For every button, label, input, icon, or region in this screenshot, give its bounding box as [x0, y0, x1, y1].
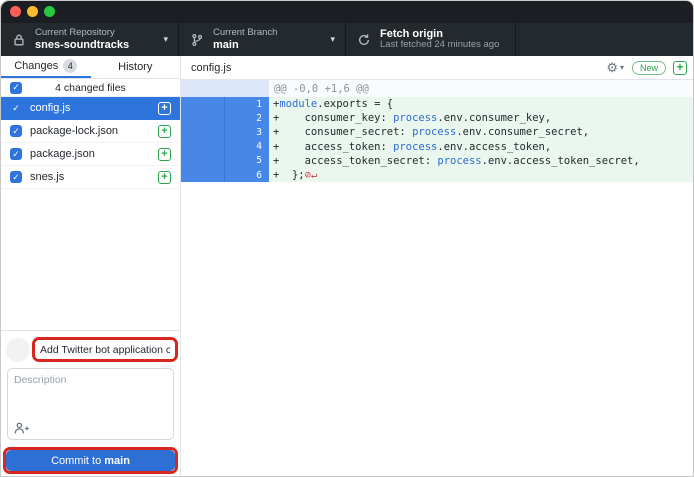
- old-line-gutter[interactable]: [181, 168, 224, 182]
- code-added-line: + consumer_key: process.env.consumer_key…: [269, 111, 694, 125]
- close-window-button[interactable]: [10, 6, 21, 17]
- select-all-checkbox[interactable]: ✓: [10, 82, 22, 94]
- file-name: package-lock.json: [30, 125, 150, 137]
- github-desktop-window: Current Repository snes-soundtracks ▾ Cu…: [0, 0, 694, 477]
- tab-changes[interactable]: Changes 4: [1, 56, 91, 78]
- code-added-line: + consumer_secret: process.env.consumer_…: [269, 125, 694, 139]
- line-number[interactable]: 6: [224, 168, 269, 182]
- file-row-config-js[interactable]: ✓ config.js +: [1, 97, 180, 120]
- fetch-origin-button[interactable]: Fetch origin Last fetched 24 minutes ago: [346, 23, 516, 56]
- diff-header: config.js ⚙ ▾ New +: [181, 56, 694, 80]
- changes-count-badge: 4: [63, 59, 77, 73]
- hunk-header-row: @@ -0,0 +1,6 @@: [181, 80, 694, 97]
- add-coauthor-icon[interactable]: [14, 421, 30, 435]
- hunk-gutter: [181, 80, 269, 97]
- zoom-window-button[interactable]: [44, 6, 55, 17]
- tab-history[interactable]: History: [91, 56, 181, 78]
- diff-line[interactable]: 6 + };⊘↵: [181, 168, 694, 182]
- gear-icon[interactable]: ⚙: [606, 61, 618, 74]
- line-number[interactable]: 2: [224, 111, 269, 125]
- changed-files-count: 4 changed files: [55, 82, 126, 94]
- diff-line[interactable]: 3 + consumer_secret: process.env.consume…: [181, 125, 694, 139]
- old-line-gutter[interactable]: [181, 111, 224, 125]
- avatar: [6, 338, 30, 362]
- file-checkbox[interactable]: ✓: [10, 171, 22, 183]
- current-branch-dropdown[interactable]: Current Branch main ▾: [179, 23, 346, 56]
- current-repository-dropdown[interactable]: Current Repository snes-soundtracks ▾: [1, 23, 179, 56]
- toolbar: Current Repository snes-soundtracks ▾ Cu…: [1, 23, 694, 56]
- branch-name: main: [213, 39, 277, 52]
- code-added-line: +module.exports = {: [269, 97, 694, 111]
- commit-description-box: [7, 368, 174, 440]
- tab-history-label: History: [118, 61, 152, 73]
- commit-form: Commit to main: [1, 330, 180, 477]
- code-added-line: + access_token_secret: process.env.acces…: [269, 154, 694, 168]
- hunk-header-text: @@ -0,0 +1,6 @@: [269, 80, 694, 97]
- diff-line[interactable]: 4 + access_token: process.env.access_tok…: [181, 140, 694, 154]
- diff-panel: config.js ⚙ ▾ New + @@ -0,0 +1,6 @@ 1 +m…: [181, 56, 694, 477]
- line-number[interactable]: 5: [224, 154, 269, 168]
- tab-changes-label: Changes: [14, 60, 58, 72]
- line-number[interactable]: 3: [224, 125, 269, 139]
- annotation-highlight-commit-button: Commit to main: [3, 447, 178, 474]
- file-row-snes-js[interactable]: ✓ snes.js +: [1, 166, 180, 189]
- diff-line[interactable]: 1 +module.exports = {: [181, 97, 694, 111]
- minimize-window-button[interactable]: [27, 6, 38, 17]
- sync-icon: [356, 32, 372, 48]
- commit-to-main-button[interactable]: Commit to main: [6, 450, 175, 471]
- file-checkbox[interactable]: ✓: [10, 148, 22, 160]
- file-row-package-lock-json[interactable]: ✓ package-lock.json +: [1, 120, 180, 143]
- sidebar-tabs: Changes 4 History: [1, 56, 180, 79]
- diff-line[interactable]: 5 + access_token_secret: process.env.acc…: [181, 154, 694, 168]
- line-number[interactable]: 4: [224, 140, 269, 154]
- added-file-icon: +: [158, 125, 171, 138]
- added-file-icon: +: [158, 148, 171, 161]
- repository-label: Current Repository: [35, 28, 129, 39]
- old-line-gutter[interactable]: [181, 97, 224, 111]
- code-added-line: + };⊘↵: [269, 168, 694, 182]
- branch-label: Current Branch: [213, 28, 277, 39]
- commit-summary-input[interactable]: [35, 341, 175, 359]
- git-branch-icon: [189, 32, 205, 48]
- code-added-line: + access_token: process.env.access_token…: [269, 140, 694, 154]
- new-file-badge: New: [632, 61, 666, 75]
- file-checkbox[interactable]: ✓: [10, 125, 22, 137]
- chevron-down-icon: ▾: [163, 34, 168, 45]
- added-file-icon: +: [158, 171, 171, 184]
- file-name: config.js: [30, 102, 150, 114]
- old-line-gutter[interactable]: [181, 154, 224, 168]
- diff-file-name: config.js: [191, 62, 606, 74]
- added-file-icon: +: [158, 102, 171, 115]
- commit-button-branch: main: [104, 455, 130, 467]
- no-newline-icon: ⊘↵: [305, 169, 318, 181]
- annotation-highlight-summary: [32, 337, 178, 362]
- old-line-gutter[interactable]: [181, 125, 224, 139]
- chevron-down-icon[interactable]: ▾: [620, 63, 624, 72]
- file-name: package.json: [30, 148, 150, 160]
- file-row-package-json[interactable]: ✓ package.json +: [1, 143, 180, 166]
- file-checkbox[interactable]: ✓: [10, 102, 22, 114]
- diff-line[interactable]: 2 + consumer_key: process.env.consumer_k…: [181, 111, 694, 125]
- commit-description-input[interactable]: [8, 369, 173, 419]
- old-line-gutter[interactable]: [181, 140, 224, 154]
- changed-files-header: ✓ 4 changed files: [1, 79, 180, 97]
- sidebar: Changes 4 History ✓ 4 changed files ✓ co…: [1, 56, 181, 477]
- fetch-status: Last fetched 24 minutes ago: [380, 40, 499, 51]
- lock-icon: [11, 32, 27, 48]
- repository-name: snes-soundtracks: [35, 39, 129, 52]
- file-name: snes.js: [30, 171, 150, 183]
- line-number[interactable]: 1: [224, 97, 269, 111]
- commit-button-label: Commit to: [51, 455, 104, 467]
- expand-diff-icon[interactable]: +: [673, 61, 687, 75]
- chevron-down-icon: ▾: [330, 34, 335, 45]
- title-bar: [1, 1, 694, 23]
